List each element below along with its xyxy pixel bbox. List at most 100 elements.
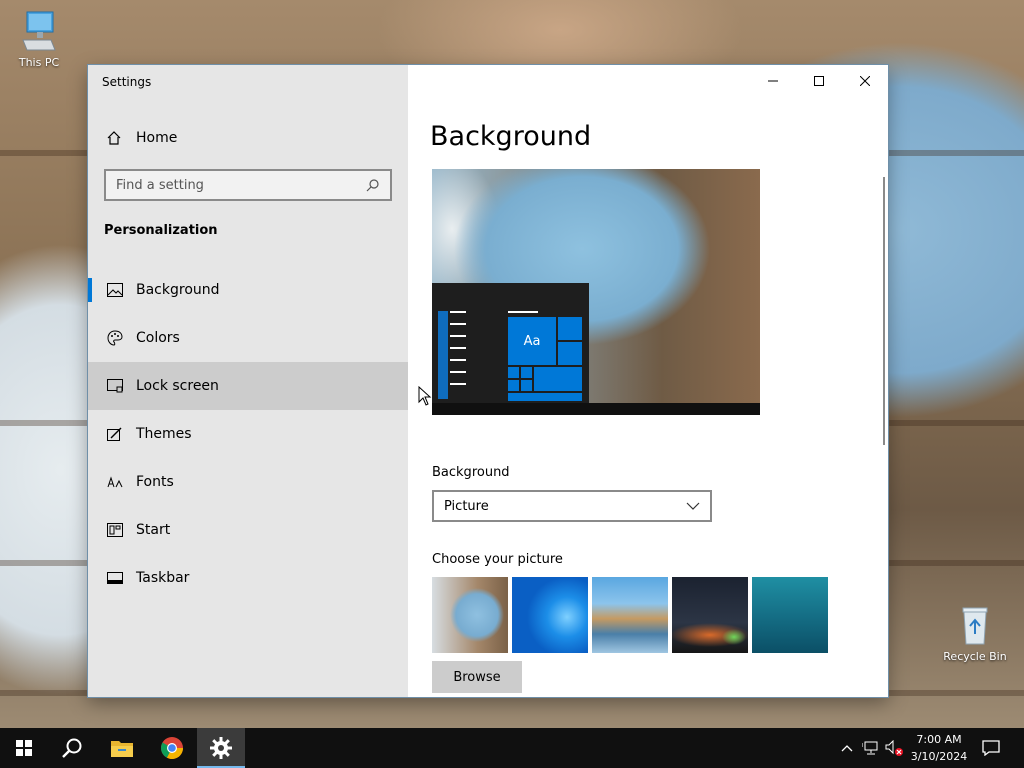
background-type-dropdown[interactable]: Picture (432, 490, 712, 522)
home-nav-item[interactable]: Home (88, 121, 408, 155)
desktop-icon-recycle-bin[interactable]: Recycle Bin (940, 604, 1010, 663)
search-box (104, 169, 392, 201)
settings-icon (210, 737, 232, 759)
home-label: Home (136, 130, 178, 146)
windows-logo-icon (16, 740, 32, 756)
preview-tile (508, 367, 519, 378)
preview-line (450, 347, 466, 349)
background-page: Background Aa Background Picture Choose … (408, 65, 888, 697)
computer-icon (22, 11, 56, 51)
sidebar-item-label: Start (136, 522, 171, 538)
chevron-down-icon (686, 502, 700, 510)
network-tray-button[interactable] (860, 728, 882, 768)
sidebar-item-background[interactable]: Background (88, 266, 408, 314)
settings-taskbar-button[interactable] (197, 728, 245, 768)
personalization-nav-list: Background Colors Lock screen Themes Fon… (88, 266, 408, 602)
browse-button[interactable]: Browse (432, 661, 522, 693)
background-type-label: Background (432, 465, 510, 480)
background-preview: Aa (432, 169, 760, 415)
picture-thumbnail[interactable] (432, 577, 508, 653)
start-icon (106, 523, 124, 537)
window-title: Settings (102, 75, 152, 89)
file-explorer-button[interactable] (98, 728, 146, 768)
palette-icon (106, 330, 124, 346)
volume-muted-icon (885, 740, 903, 756)
clock-date: 3/10/2024 (910, 750, 968, 763)
taskbar-clock[interactable]: 7:00 AM 3/10/2024 (906, 731, 972, 765)
sidebar-item-label: Lock screen (136, 378, 219, 394)
file-explorer-icon (111, 741, 133, 757)
picture-thumbnail[interactable] (752, 577, 828, 653)
chrome-icon (161, 737, 183, 760)
content-scrollbar[interactable] (883, 177, 885, 445)
window-caption-buttons (750, 65, 888, 97)
start-button[interactable] (0, 728, 48, 768)
chevron-up-icon (841, 745, 853, 752)
section-title: Personalization (104, 223, 218, 238)
search-icon[interactable] (366, 178, 380, 192)
chrome-button[interactable] (148, 728, 196, 768)
taskbar-icon (106, 572, 124, 584)
sidebar-item-themes[interactable]: Themes (88, 410, 408, 458)
settings-sidebar: Settings Home Personalization Background (88, 65, 408, 697)
preview-line (450, 335, 466, 337)
picture-thumbnail[interactable] (592, 577, 668, 653)
fonts-icon (106, 475, 124, 489)
sidebar-item-taskbar[interactable]: Taskbar (88, 554, 408, 602)
preview-tile (508, 380, 519, 391)
maximize-icon (814, 76, 824, 86)
sidebar-item-label: Fonts (136, 474, 174, 490)
preview-line (450, 311, 466, 313)
preview-line (450, 371, 466, 373)
themes-icon (106, 426, 124, 442)
recycle-bin-icon (962, 607, 988, 645)
volume-tray-button[interactable] (883, 728, 905, 768)
picture-icon (106, 283, 124, 297)
home-icon (106, 130, 122, 146)
sidebar-item-colors[interactable]: Colors (88, 314, 408, 362)
network-icon (862, 741, 878, 755)
search-input[interactable] (116, 177, 366, 193)
show-hidden-icons-button[interactable] (838, 728, 856, 768)
lock-screen-icon (106, 379, 124, 393)
sidebar-item-label: Taskbar (136, 570, 190, 586)
preview-tile (508, 393, 582, 401)
preview-tile (534, 367, 582, 391)
sidebar-item-label: Background (136, 282, 220, 298)
preview-tile (521, 380, 532, 391)
minimize-icon (768, 80, 778, 82)
dropdown-value: Picture (444, 498, 489, 514)
preview-start-rail (438, 311, 448, 399)
desktop-icon-label: This PC (18, 56, 60, 69)
preview-start-menu: Aa (432, 283, 589, 403)
close-icon (860, 76, 870, 86)
sidebar-item-lock-screen[interactable]: Lock screen (88, 362, 408, 410)
minimize-button[interactable] (750, 65, 796, 97)
desktop-icon-label: Recycle Bin (943, 650, 1007, 663)
sidebar-item-fonts[interactable]: Fonts (88, 458, 408, 506)
mouse-cursor-icon (418, 386, 432, 406)
taskbar: 7:00 AM 3/10/2024 (0, 728, 1024, 768)
maximize-button[interactable] (796, 65, 842, 97)
sidebar-item-label: Themes (136, 426, 192, 442)
preview-line (450, 323, 466, 325)
search-icon (62, 738, 82, 758)
desktop-icon-this-pc[interactable]: This PC (4, 10, 74, 69)
preview-tile (558, 317, 582, 340)
action-center-button[interactable] (976, 728, 1006, 768)
notifications-icon (982, 740, 1000, 756)
taskbar-search-button[interactable] (48, 728, 96, 768)
preview-line (450, 383, 466, 385)
preview-tile (521, 367, 532, 378)
preview-tile (558, 342, 582, 365)
page-title: Background (430, 121, 592, 152)
close-button[interactable] (842, 65, 888, 97)
sidebar-item-start[interactable]: Start (88, 506, 408, 554)
picture-thumbnail[interactable] (672, 577, 748, 653)
picture-thumbnail[interactable] (512, 577, 588, 653)
clock-time: 7:00 AM (916, 733, 962, 746)
preview-tile-main: Aa (508, 317, 556, 365)
choose-picture-label: Choose your picture (432, 552, 563, 567)
preview-line (508, 311, 538, 313)
preview-line (450, 359, 466, 361)
